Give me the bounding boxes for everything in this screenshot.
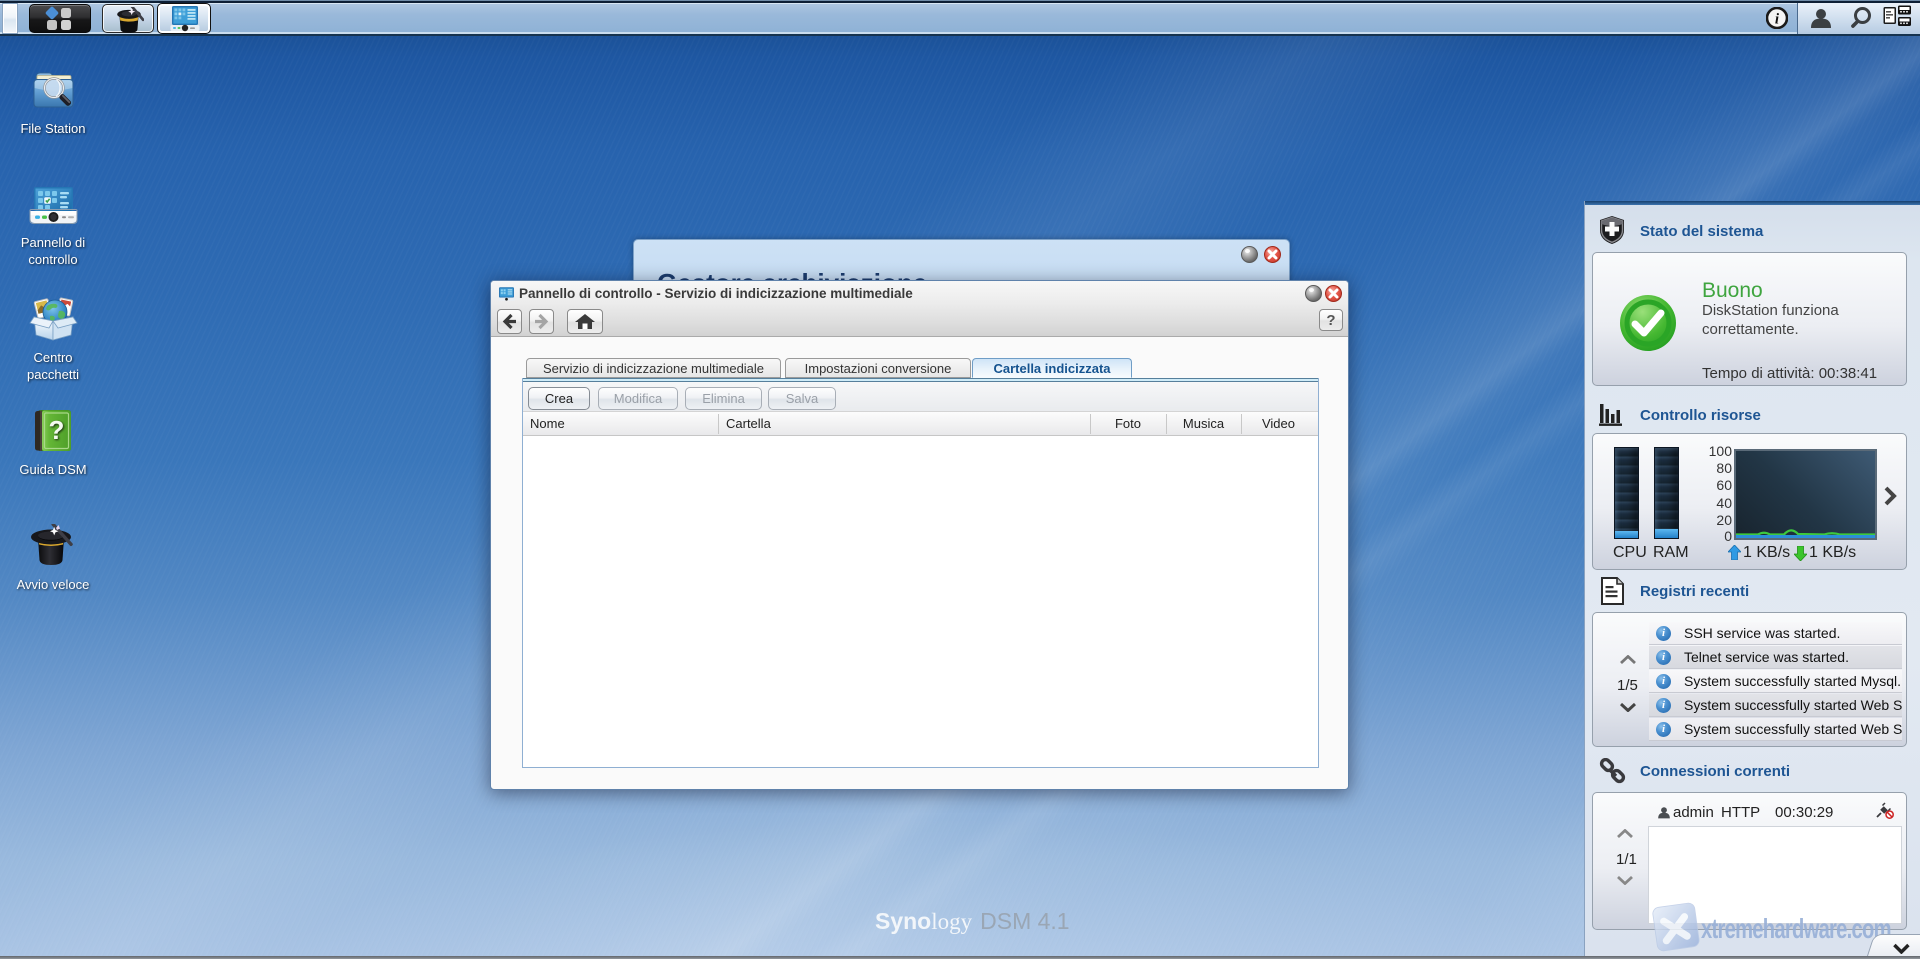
svg-text:?: ? [49, 415, 65, 445]
